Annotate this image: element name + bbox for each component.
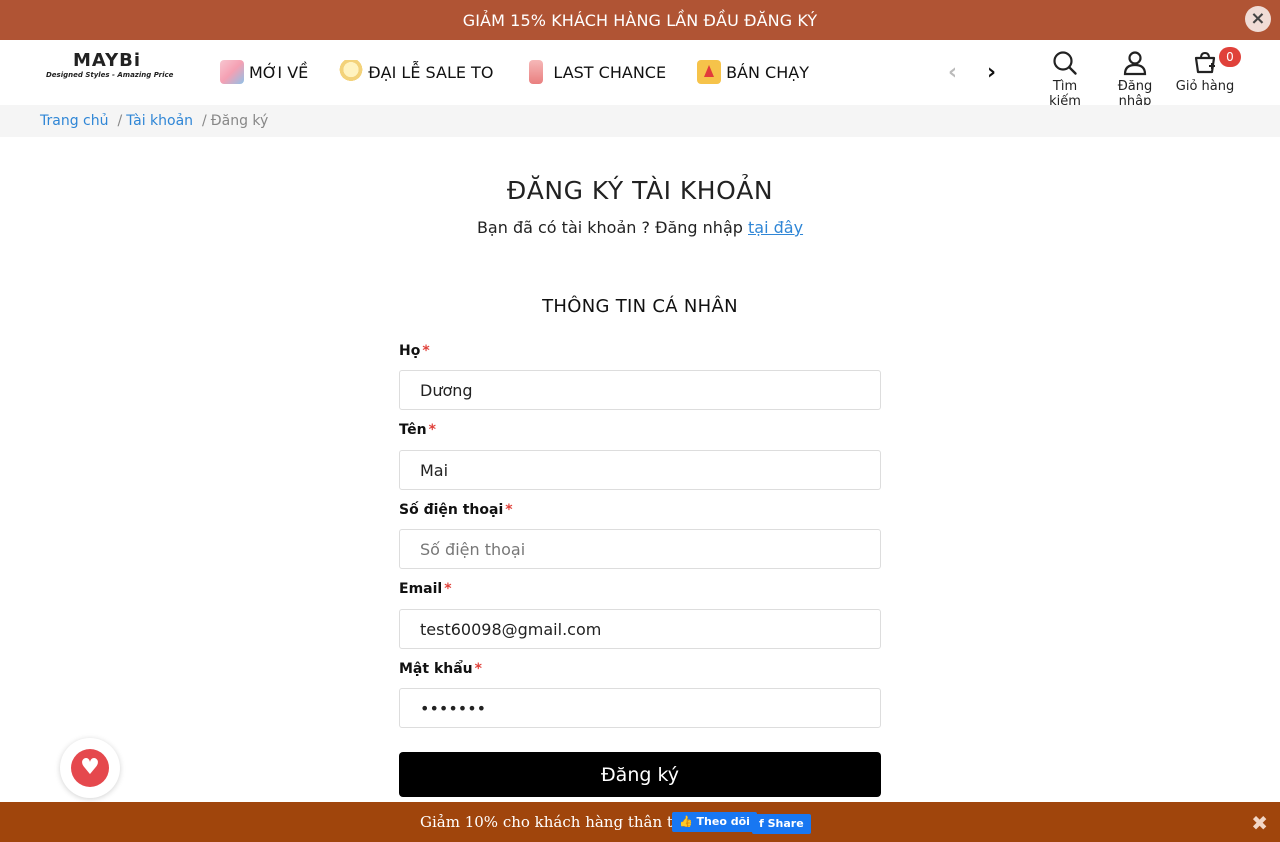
breadcrumb-separator: / (202, 113, 207, 129)
site-header: MAYBi Designed Styles - Amazing Price MỚ… (0, 40, 1280, 109)
facebook-follow-button[interactable]: 👍 Theo dõi (672, 812, 757, 832)
phone-field[interactable] (399, 529, 881, 569)
breadcrumb-separator: / (117, 113, 123, 129)
email-field[interactable] (399, 609, 881, 649)
required-mark: * (422, 343, 430, 359)
search-button[interactable]: Tìm kiếm (1036, 50, 1094, 109)
password-label: Mật khẩu * (399, 661, 482, 677)
breadcrumb-home[interactable]: Trang chủ (40, 113, 108, 129)
cart-count-badge: 0 (1219, 47, 1241, 67)
nav-item-label: LAST CHANCE (553, 62, 667, 82)
nav-item-label: BÁN CHẠY (726, 62, 809, 82)
breadcrumb: Trang chủ / Tài khoản / Đăng ký (0, 105, 1280, 137)
nav-item-best-seller[interactable]: BÁN CHẠY (697, 60, 809, 84)
login-prompt-text: Bạn đã có tài khoản ? Đăng nhập (476, 218, 743, 237)
bottom-bar-close-icon[interactable]: ✖ (1251, 811, 1268, 835)
required-mark: * (444, 581, 452, 597)
announcement-bar: GIẢM 15% KHÁCH HÀNG LẦN ĐẦU ĐĂNG KÝ × (0, 0, 1280, 40)
announcement-text: GIẢM 15% KHÁCH HÀNG LẦN ĐẦU ĐĂNG KÝ (462, 10, 818, 30)
first-name-field[interactable] (399, 450, 881, 490)
nav-prev-arrow-icon[interactable]: ‹ (948, 62, 957, 84)
email-label: Email * (399, 581, 452, 597)
user-icon (1123, 51, 1147, 76)
phone-label: Số điện thoại * (399, 502, 513, 518)
heart-icon: ♥ (71, 749, 109, 787)
hot-icon (697, 60, 722, 84)
phone-label-text: Số điện thoại (399, 502, 504, 518)
nav-item-label: MỚI VỀ (249, 62, 309, 82)
required-mark: * (474, 661, 482, 677)
bottom-promo-bar: Giảm 10% cho khách hàng thân thiết 👍 The… (0, 802, 1280, 842)
first-name-label-text: Tên (399, 422, 427, 438)
personal-info-title: THÔNG TIN CÁ NHÂN (542, 296, 738, 317)
cart-icon (1194, 51, 1216, 74)
gift-icon (339, 60, 364, 84)
nav-item-label: ĐẠI LỄ SALE TO (368, 62, 494, 82)
cart-label: Giỏ hàng (1175, 79, 1235, 94)
required-mark: * (428, 422, 436, 438)
nav-item-sale[interactable]: ĐẠI LỄ SALE TO (339, 60, 493, 84)
password-label-text: Mật khẩu (399, 661, 473, 677)
bottom-promo-text: Giảm 10% cho khách hàng thân thiết (420, 813, 703, 831)
login-here-link[interactable]: tại đây (748, 218, 803, 237)
logo[interactable]: MAYBi Designed Styles - Amazing Price (46, 50, 174, 85)
first-name-label: Tên * (399, 422, 436, 438)
email-label-text: Email (399, 581, 443, 597)
dress-icon (529, 60, 544, 84)
login-prompt: Bạn đã có tài khoản ? Đăng nhập tại đây (0, 218, 1280, 237)
nav-item-last-chance[interactable]: LAST CHANCE (524, 60, 666, 84)
register-button[interactable]: Đăng ký (399, 752, 881, 797)
last-name-label: Họ * (399, 343, 430, 359)
required-mark: * (505, 502, 513, 518)
search-icon (1053, 51, 1077, 75)
last-name-field[interactable] (399, 370, 881, 410)
announcement-close-button[interactable]: × (1245, 6, 1271, 32)
logo-tagline: Designed Styles - Amazing Price (46, 71, 174, 79)
password-field[interactable] (399, 688, 881, 728)
facebook-share-button[interactable]: f Share (752, 814, 811, 834)
logo-brand: MAYBi (72, 50, 142, 71)
breadcrumb-account[interactable]: Tài khoản (126, 113, 193, 129)
login-button[interactable]: Đăng nhập (1100, 50, 1170, 109)
shopping-bag-icon (220, 60, 244, 84)
last-name-label-text: Họ (399, 343, 421, 359)
page-title: ĐĂNG KÝ TÀI KHOẢN (506, 176, 774, 205)
favorite-button[interactable]: ♥ (60, 738, 120, 798)
nav-item-new[interactable]: MỚI VỀ (220, 60, 308, 84)
breadcrumb-current: Đăng ký (210, 113, 269, 129)
nav-next-arrow-icon[interactable]: › (987, 62, 996, 84)
main-nav: MỚI VỀ ĐẠI LỄ SALE TO LAST CHANCE BÁN CH… (220, 58, 840, 86)
